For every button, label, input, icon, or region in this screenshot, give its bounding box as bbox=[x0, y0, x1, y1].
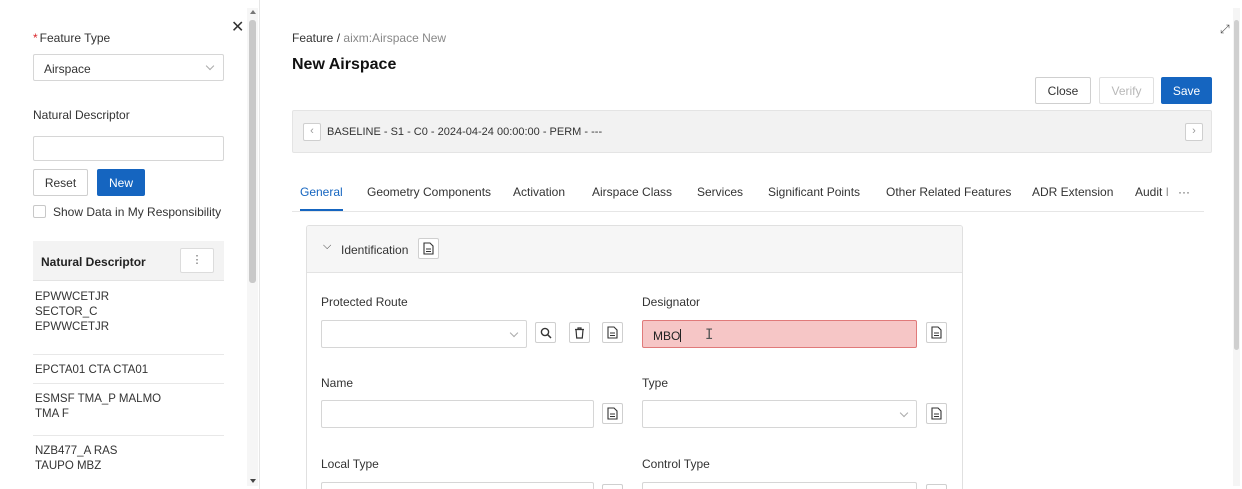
protected-route-select[interactable] bbox=[321, 320, 527, 348]
tab-geometry-components[interactable]: Geometry Components bbox=[367, 185, 491, 199]
chevron-down-icon bbox=[509, 328, 519, 338]
required-mark: * bbox=[33, 31, 38, 45]
text-cursor bbox=[680, 329, 682, 342]
document-icon[interactable] bbox=[602, 322, 623, 343]
feature-type-label: * Feature Type bbox=[33, 31, 110, 45]
type-select[interactable] bbox=[642, 400, 917, 428]
scrollbar-thumb[interactable] bbox=[1234, 20, 1239, 350]
left-panel: ✕ * Feature Type Airspace Natural Descrip… bbox=[0, 0, 260, 489]
new-button[interactable]: New bbox=[97, 169, 145, 196]
save-button[interactable]: Save bbox=[1161, 77, 1212, 104]
section-header[interactable]: ⌵ Identification bbox=[307, 226, 962, 273]
list-item[interactable]: EPCTA01 CTA CTA01 bbox=[33, 355, 224, 384]
type-label: Type bbox=[642, 376, 669, 390]
protected-route-label: Protected Route bbox=[321, 295, 408, 309]
name-input[interactable] bbox=[321, 400, 594, 428]
chevron-left-icon[interactable]: ‹ bbox=[303, 123, 321, 141]
section-title: Identification bbox=[341, 243, 409, 257]
reset-button[interactable]: Reset bbox=[33, 169, 88, 196]
tabs-more-icon[interactable]: ··· bbox=[1178, 185, 1190, 199]
tab-general[interactable]: General bbox=[300, 185, 343, 199]
list-item-label: EPWWCETJR SECTOR_C EPWWCETJR bbox=[35, 291, 110, 333]
scrollbar-thumb[interactable] bbox=[249, 20, 256, 283]
control-type-label: Control Type bbox=[642, 457, 710, 471]
trash-icon[interactable] bbox=[569, 322, 590, 343]
left-scrollbar[interactable] bbox=[247, 8, 258, 486]
designator-field[interactable]: MBO I bbox=[642, 320, 917, 348]
active-tab-indicator bbox=[300, 209, 343, 211]
identification-section: ⌵ Identification Protected Route Designa… bbox=[306, 225, 963, 489]
natural-descriptor-input[interactable] bbox=[33, 136, 224, 161]
feature-type-select[interactable]: Airspace bbox=[33, 54, 224, 81]
document-icon[interactable] bbox=[602, 484, 623, 489]
show-data-checkbox[interactable] bbox=[33, 205, 46, 218]
grid-header: Natural Descriptor ⋮ bbox=[33, 241, 224, 281]
baseline-text: BASELINE - S1 - C0 - 2024-04-24 00:00:00… bbox=[327, 126, 603, 138]
feature-type-label-text: Feature Type bbox=[39, 31, 111, 45]
designator-value: MBO bbox=[653, 329, 681, 343]
ibeam-cursor-icon: I bbox=[705, 327, 714, 343]
tab-activation[interactable]: Activation bbox=[513, 185, 565, 199]
control-type-select[interactable] bbox=[642, 482, 917, 489]
designator-label: Designator bbox=[642, 295, 701, 309]
main-area: Feature / aixm:Airspace New New Airspace… bbox=[270, 0, 1242, 489]
show-data-label: Show Data in My Responsibility bbox=[53, 205, 222, 219]
scroll-down-icon[interactable] bbox=[250, 479, 256, 483]
tab-other-related-features[interactable]: Other Related Features bbox=[886, 185, 1011, 199]
search-icon[interactable] bbox=[535, 322, 556, 343]
tab-bar: General Geometry Components Activation A… bbox=[292, 176, 1204, 212]
list-item[interactable]: ESMSF TMA_P MALMO TMA F bbox=[33, 384, 224, 436]
chevron-right-icon[interactable]: › bbox=[1185, 123, 1203, 141]
local-type-label: Local Type bbox=[321, 457, 379, 471]
close-button[interactable]: Close bbox=[1035, 77, 1091, 104]
breadcrumb-separator: / bbox=[336, 31, 341, 45]
list-item-label: ESMSF TMA_P MALMO TMA F bbox=[35, 393, 162, 420]
more-options-icon[interactable]: ⋮ bbox=[180, 248, 214, 273]
baseline-bar: ‹ BASELINE - S1 - C0 - 2024-04-24 00:00:… bbox=[292, 110, 1212, 153]
close-panel-icon[interactable]: ✕ bbox=[231, 20, 244, 36]
document-icon[interactable] bbox=[418, 238, 439, 259]
scroll-up-icon[interactable] bbox=[250, 10, 256, 14]
tab-significant-points[interactable]: Significant Points bbox=[768, 185, 860, 199]
main-scrollbar[interactable] bbox=[1233, 8, 1240, 486]
grid-header-title: Natural Descriptor bbox=[41, 255, 146, 269]
chevron-down-icon bbox=[899, 408, 909, 418]
breadcrumb-current: aixm:Airspace New bbox=[343, 31, 447, 45]
page-title: New Airspace bbox=[292, 56, 397, 73]
expand-icon[interactable]: ⤢ bbox=[1220, 22, 1230, 37]
natural-descriptor-label: Natural Descriptor bbox=[33, 108, 130, 122]
document-icon[interactable] bbox=[926, 403, 947, 424]
tab-airspace-class[interactable]: Airspace Class bbox=[592, 185, 672, 199]
name-label: Name bbox=[321, 376, 354, 390]
chevron-down-icon[interactable]: ⌵ bbox=[323, 240, 331, 253]
tab-adr-extension[interactable]: ADR Extension bbox=[1032, 185, 1113, 199]
list-item-label: EPCTA01 CTA CTA01 bbox=[35, 364, 149, 376]
tab-fade bbox=[1162, 181, 1174, 203]
local-type-select[interactable] bbox=[321, 482, 594, 489]
list-item[interactable]: EPWWCETJR SECTOR_C EPWWCETJR bbox=[33, 282, 224, 355]
document-icon[interactable] bbox=[602, 403, 623, 424]
list-item-label: NZB477_A RAS TAUPO MBZ bbox=[35, 445, 118, 472]
verify-button[interactable]: Verify bbox=[1099, 77, 1154, 104]
breadcrumb-root[interactable]: Feature bbox=[292, 31, 333, 45]
breadcrumb: Feature / aixm:Airspace New bbox=[292, 31, 446, 45]
feature-type-value: Airspace bbox=[44, 62, 91, 76]
chevron-down-icon bbox=[205, 61, 215, 71]
list-item[interactable]: NZB477_A RAS TAUPO MBZ bbox=[33, 436, 224, 489]
document-icon[interactable] bbox=[926, 484, 947, 489]
tab-services[interactable]: Services bbox=[697, 185, 743, 199]
document-icon[interactable] bbox=[926, 322, 947, 343]
